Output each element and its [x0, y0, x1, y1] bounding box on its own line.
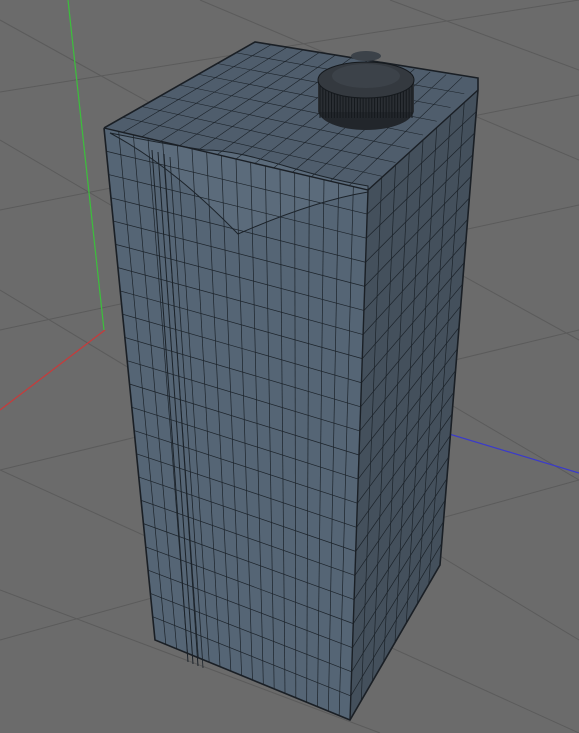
3d-viewport[interactable] [0, 0, 579, 733]
viewport-canvas[interactable] [0, 0, 579, 733]
